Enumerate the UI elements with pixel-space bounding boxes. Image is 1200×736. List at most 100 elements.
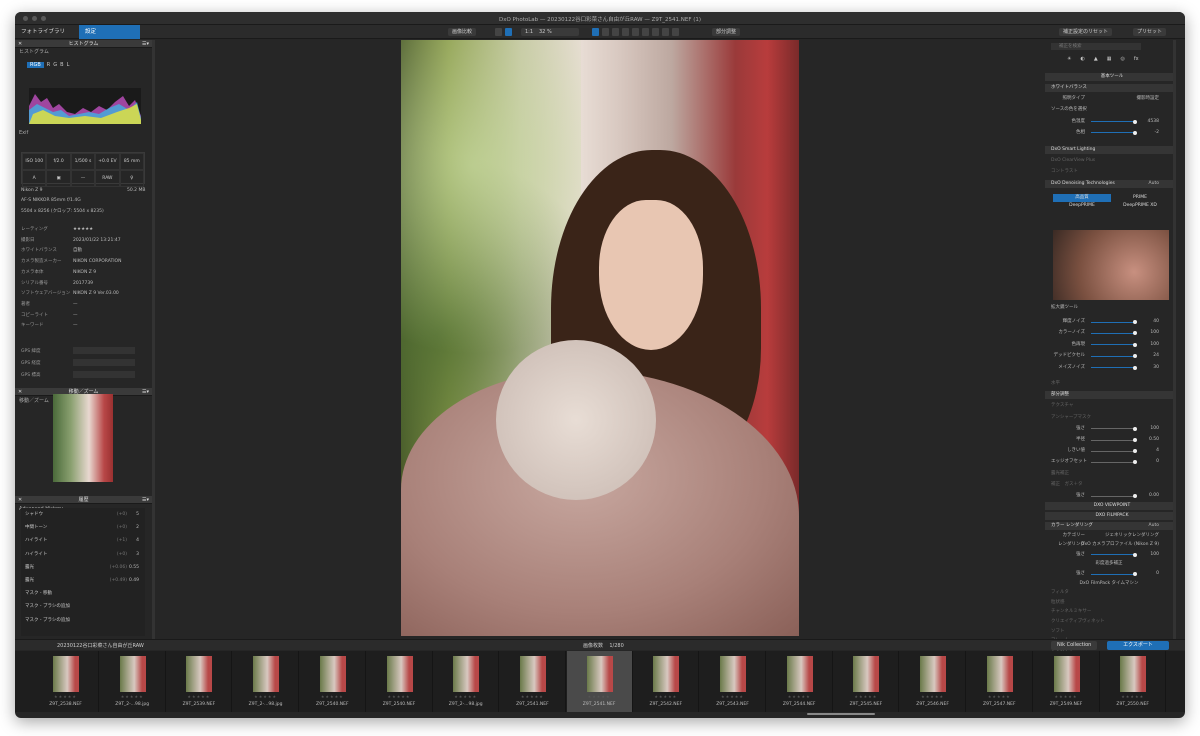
crop-icon[interactable]: [495, 28, 502, 36]
tool-row[interactable]: メイズノイズ 30: [1045, 364, 1173, 372]
tool-row[interactable]: 露光補正: [1045, 470, 1173, 478]
history-item[interactable]: マスク - ブラシの追加: [21, 600, 145, 613]
tool-row[interactable]: DxO FilmPack タイムマシン: [1045, 580, 1173, 588]
section-header[interactable]: カラー レンダリング Auto: [1045, 522, 1173, 530]
filmstrip-thumb[interactable]: ★★★★★ Z9T_2-...98.jpg: [100, 651, 166, 712]
tool-row[interactable]: 強さ 0: [1045, 570, 1173, 578]
tool-row[interactable]: 照明タイプ 撮影時設定: [1045, 95, 1173, 103]
eye-icon[interactable]: [662, 28, 669, 36]
filmstrip-thumb[interactable]: ★★★★★ Z9T_2541.NEF: [500, 651, 566, 712]
section-header[interactable]: DxO Smart Lighting: [1045, 146, 1173, 154]
tool-row[interactable]: クリエイティブヴィネット: [1045, 618, 1173, 626]
local-adjust-button[interactable]: 部分調整: [712, 28, 741, 36]
fit-icon[interactable]: [505, 28, 512, 36]
tool-row[interactable]: アンシャープマスク: [1045, 414, 1173, 422]
loupe-label[interactable]: 拡大鏡ツール: [1045, 304, 1173, 312]
history-item[interactable]: マスク - ブラシの追加: [21, 614, 145, 627]
tool-row[interactable]: ソフト: [1045, 628, 1173, 636]
straighten-icon[interactable]: [612, 28, 619, 36]
filmpack-header[interactable]: DXO FILMPACK: [1045, 512, 1173, 520]
zoom-select[interactable]: 32 %: [535, 28, 579, 36]
local-icon[interactable]: ◎: [1120, 56, 1124, 62]
denoise-tab[interactable]: 高品質: [1053, 194, 1111, 202]
tab-settings[interactable]: 設定: [79, 25, 140, 39]
section-header[interactable]: ホワイトバランス: [1045, 84, 1173, 92]
filmstrip-thumb[interactable]: ★★★★★ Z9T_2540.NEF: [300, 651, 366, 712]
filmstrip-thumb[interactable]: ★★★★★ Z9T_2547.NEF: [967, 651, 1033, 712]
tool-row[interactable]: 彩度過多補正: [1045, 560, 1173, 568]
nik-collection-button[interactable]: Nik Collection: [1051, 641, 1098, 650]
viewpoint-header[interactable]: DXO VIEWPOINT: [1045, 502, 1173, 510]
tool-row[interactable]: DxO ClearView Plus: [1045, 157, 1173, 165]
tool-row[interactable]: 強さ 100: [1045, 551, 1173, 559]
color-icon[interactable]: ◐: [1080, 56, 1084, 62]
compare-button[interactable]: 画像比較: [448, 28, 477, 36]
repair-icon[interactable]: [652, 28, 659, 36]
navigator-thumbnail[interactable]: [53, 394, 113, 482]
history-item[interactable]: 露光 (+0.49) 0.49: [21, 574, 145, 587]
denoise-preview[interactable]: [1053, 230, 1169, 300]
filmstrip-thumb[interactable]: ★★★★★ Z9T_2539.NEF: [166, 651, 233, 712]
tool-row[interactable]: カテゴリー ジェネリックレンダリング: [1045, 532, 1173, 540]
channel-b[interactable]: B: [60, 62, 63, 68]
hand-icon[interactable]: [592, 28, 599, 36]
filmstrip-thumb[interactable]: ★★★★★ Z9T_2550.NEF: [1100, 651, 1167, 712]
tool-row[interactable]: 強さ 100: [1045, 425, 1173, 433]
tool-row[interactable]: ソースの色を選択: [1045, 106, 1173, 114]
tool-row[interactable]: テクスチャ: [1045, 402, 1173, 410]
filmstrip-thumb[interactable]: ★★★★★ Z9T_2-...98.jpg: [233, 651, 300, 712]
tool-row[interactable]: 輝度ノイズ 40: [1045, 318, 1173, 326]
filmstrip-scrollbar[interactable]: [807, 713, 875, 715]
channel-l[interactable]: L: [67, 62, 70, 68]
basic-tools-header[interactable]: 基本ツール: [1045, 73, 1173, 81]
denoise-tab[interactable]: DeepPRIME: [1053, 202, 1111, 210]
filmstrip-thumb[interactable]: ★★★★★ Z9T_2541.NEF: [566, 651, 633, 712]
tool-row[interactable]: チャンネルミキサー: [1045, 608, 1173, 616]
tool-row[interactable]: カラーノイズ 100: [1045, 329, 1173, 337]
tool-row[interactable]: エッジオフセット 0: [1045, 458, 1173, 466]
preset-button[interactable]: プリセット: [1133, 28, 1167, 36]
section-header[interactable]: 部分調整: [1045, 391, 1173, 400]
tool-row[interactable]: 色温度 4538: [1045, 118, 1173, 126]
filmstrip-thumb[interactable]: ★★★★★ Z9T_2542.NEF: [633, 651, 700, 712]
tool-row[interactable]: しきい値 4: [1045, 447, 1173, 455]
filmstrip-thumb[interactable]: ★★★★★ Z9T_2543.NEF: [700, 651, 766, 712]
filmstrip-thumb[interactable]: ★★★★★ Z9T_2549.NEF: [1034, 651, 1100, 712]
crop-tool-icon[interactable]: [622, 28, 629, 36]
histogram-header[interactable]: ✕ ヒストグラム ☰▾: [15, 40, 152, 48]
denoise-tab[interactable]: PRIME: [1111, 194, 1169, 202]
history-item[interactable]: 中間トーン (+0) 2: [21, 521, 145, 534]
history-item[interactable]: ハイライト (+1) 4: [21, 534, 145, 547]
right-scrollbar[interactable]: [1173, 40, 1176, 640]
filmstrip-thumb[interactable]: ★★★★★ Z9T_2544.NEF: [767, 651, 833, 712]
folder-name[interactable]: 20230122谷口彩菜さん自由が丘RAW: [57, 642, 144, 649]
history-item[interactable]: マスク - 移動: [21, 587, 145, 600]
brush-icon[interactable]: [642, 28, 649, 36]
perspective-icon[interactable]: [632, 28, 639, 36]
export-button[interactable]: エクスポート: [1107, 641, 1169, 650]
tool-row[interactable]: 水平: [1045, 380, 1173, 388]
left-scrollbar[interactable]: [152, 40, 155, 640]
channel-rgb[interactable]: RGB: [27, 62, 44, 68]
fx-icon[interactable]: fx: [1134, 56, 1139, 62]
tool-row[interactable]: 半径 0.50: [1045, 436, 1173, 444]
channel-r[interactable]: R: [47, 62, 50, 68]
tool-row[interactable]: 粒状感: [1045, 599, 1173, 607]
filmstrip-thumb[interactable]: ★★★★★ Z9T_2540.NEF: [367, 651, 433, 712]
geometry-icon[interactable]: ▦: [1107, 56, 1112, 62]
reset-button[interactable]: 補正設定のリセット: [1059, 28, 1113, 36]
filmstrip-thumb[interactable]: ★★★★★ Z9T_2545.NEF: [833, 651, 900, 712]
history-header[interactable]: ✕ 履歴 ☰▾: [15, 496, 152, 504]
tool-row[interactable]: 強さ 0.00: [1045, 492, 1173, 500]
search-input[interactable]: 補正を検索: [1051, 43, 1141, 50]
tool-row[interactable]: コントラスト: [1045, 168, 1173, 176]
tool-row[interactable]: フィルタ: [1045, 589, 1173, 597]
tool-row[interactable]: 色相 -2: [1045, 129, 1173, 137]
tool-row[interactable]: 色再現 100: [1045, 341, 1173, 349]
tool-row[interactable]: 補正 ガス＋タ: [1045, 481, 1173, 489]
section-header[interactable]: DxO Denoising Technologies Auto: [1045, 179, 1173, 188]
filmstrip-thumb[interactable]: ★★★★★ Z9T_2-...98.jpg: [433, 651, 500, 712]
detail-icon[interactable]: ▲: [1094, 56, 1098, 62]
tab-library[interactable]: フォトライブラリ: [15, 25, 71, 39]
history-item[interactable]: ハイライト (+0) 3: [21, 548, 145, 561]
